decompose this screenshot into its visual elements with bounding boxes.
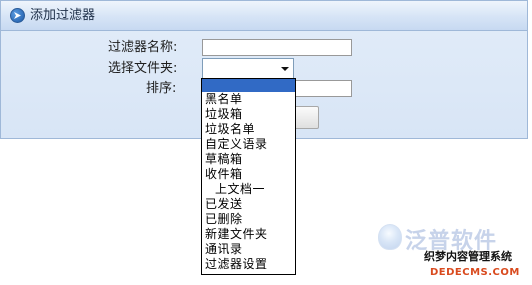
dropdown-option-trash[interactable]: 垃圾箱 xyxy=(202,107,295,122)
dropdown-option-inbox[interactable]: 收件箱 xyxy=(202,167,295,182)
dropdown-option-spam-list[interactable]: 垃圾名单 xyxy=(202,122,295,137)
filter-add-icon xyxy=(10,8,25,23)
folder-dropdown-list[interactable]: 黑名单 垃圾箱 垃圾名单 自定义语录 草稿箱 收件箱 上文档一 已发送 已删除 … xyxy=(201,78,296,275)
dropdown-option-sent[interactable]: 已发送 xyxy=(202,197,295,212)
dropdown-option-blank[interactable] xyxy=(202,79,295,92)
folder-select[interactable] xyxy=(202,58,294,79)
dropdown-option-custom-phrases[interactable]: 自定义语录 xyxy=(202,137,295,152)
dropdown-option-filter-settings[interactable]: 过滤器设置 xyxy=(202,257,295,272)
dropdown-option-deleted[interactable]: 已删除 xyxy=(202,212,295,227)
filter-dialog-page: 添加过滤器 过滤器名称: 选择文件夹: 排序: 黑名单 垃圾箱 垃圾名单 自定义… xyxy=(0,0,532,285)
dropdown-option-contacts[interactable]: 通讯录 xyxy=(202,242,295,257)
panel-header: 添加过滤器 xyxy=(1,1,527,31)
filter-name-input[interactable] xyxy=(202,39,352,56)
folder-select-label: 选择文件夹: xyxy=(108,61,178,76)
watermark-logo-icon xyxy=(378,224,402,250)
panel-title: 添加过滤器 xyxy=(30,8,96,23)
watermark-domain-text: DEDECMS.COM xyxy=(430,267,520,278)
chevron-down-icon[interactable] xyxy=(281,67,289,71)
sort-label: 排序: xyxy=(146,81,177,96)
dropdown-option-document[interactable]: 上文档一 xyxy=(202,182,295,197)
filter-name-label: 过滤器名称: xyxy=(108,40,178,55)
dropdown-option-new-folder[interactable]: 新建文件夹 xyxy=(202,227,295,242)
watermark-brand-text: 织梦内容管理系统 xyxy=(424,250,512,263)
dropdown-option-drafts[interactable]: 草稿箱 xyxy=(202,152,295,167)
dropdown-option-blacklist[interactable]: 黑名单 xyxy=(202,92,295,107)
